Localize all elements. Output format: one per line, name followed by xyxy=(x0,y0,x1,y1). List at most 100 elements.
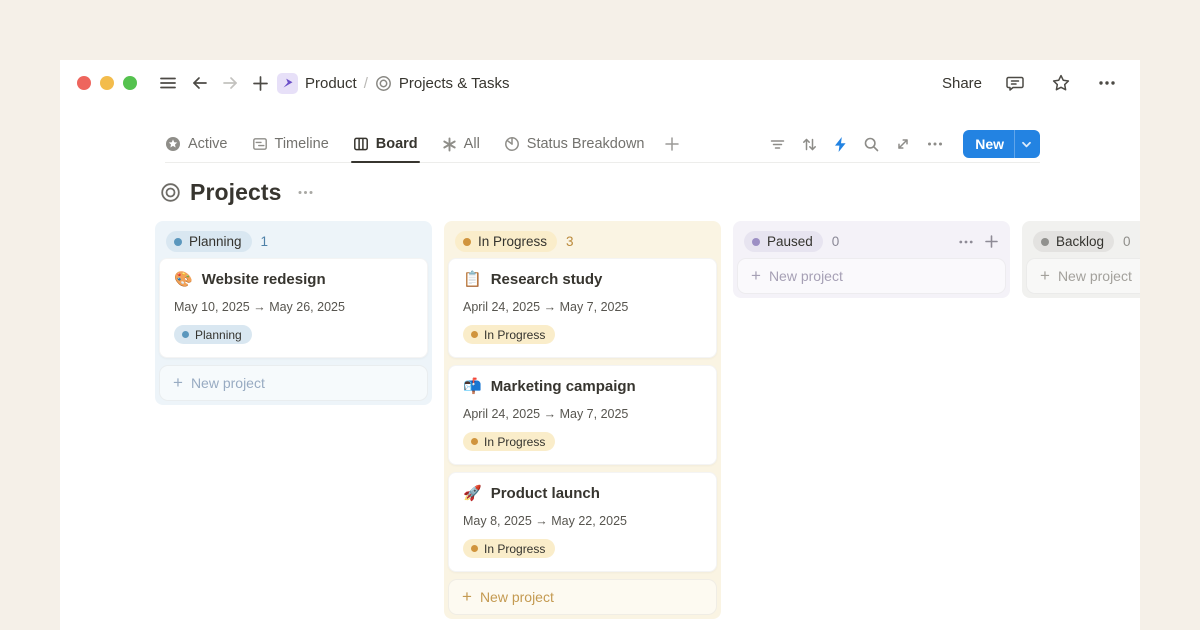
column-add-icon[interactable] xyxy=(984,234,999,249)
tab-board[interactable]: Board xyxy=(353,126,418,162)
view-more-icon[interactable] xyxy=(926,135,944,153)
search-icon[interactable] xyxy=(863,136,880,153)
card-title-row: 🚀 Product launch xyxy=(463,485,702,502)
column-count: 0 xyxy=(1123,234,1131,249)
status-dot xyxy=(752,238,760,246)
card-date-range: April 24, 2025 → May 7, 2025 xyxy=(463,300,702,314)
board-column-planning: Planning1🎨Website redesignMay 10, 2025 →… xyxy=(155,221,432,405)
star-circle-icon xyxy=(165,136,181,152)
breadcrumb-current[interactable]: Projects & Tasks xyxy=(399,75,510,92)
share-button[interactable]: Share xyxy=(942,75,982,92)
sort-icon[interactable] xyxy=(801,136,818,153)
card-title: Product launch xyxy=(491,485,600,502)
new-project-button[interactable]: + New project xyxy=(1026,258,1140,294)
tab-timeline[interactable]: Timeline xyxy=(252,126,329,162)
plus-icon: + xyxy=(1040,267,1050,284)
new-button-label[interactable]: New xyxy=(963,130,1014,158)
column-count: 1 xyxy=(261,234,269,249)
pie-icon xyxy=(504,136,520,152)
sidebar-menu-icon[interactable] xyxy=(155,70,181,96)
traffic-lights xyxy=(77,76,137,90)
marketing-campaign-emoji-icon: 📬 xyxy=(463,379,482,394)
status-pill[interactable]: Paused xyxy=(744,231,823,252)
board-column-in-progress: In Progress 3 📋Research study April 24, 202… xyxy=(444,221,721,619)
status-dot xyxy=(174,238,182,246)
tab-label: Board xyxy=(376,136,418,152)
automations-icon[interactable] xyxy=(833,136,848,153)
new-project-label: New project xyxy=(1058,268,1132,284)
card-title: Research study xyxy=(491,271,603,288)
comments-icon[interactable] xyxy=(1002,70,1028,96)
view-actions: New xyxy=(769,130,1040,158)
tab-label: Timeline xyxy=(275,136,329,152)
badge-label: In Progress xyxy=(484,435,545,449)
status-pill[interactable]: Backlog xyxy=(1033,231,1114,252)
expand-icon[interactable] xyxy=(895,136,911,152)
badge-label: In Progress xyxy=(484,542,545,556)
new-project-label: New project xyxy=(191,375,265,391)
filter-icon[interactable] xyxy=(769,136,786,153)
add-view-icon[interactable] xyxy=(664,136,680,152)
badge-dot xyxy=(182,331,189,338)
tab-all[interactable]: All xyxy=(442,126,480,162)
window-topbar: Product / Projects & Tasks Share xyxy=(60,60,1140,106)
status-label: Paused xyxy=(767,234,813,249)
project-card-product-launch[interactable]: 🚀Product launchMay 8, 2025 → May 22, 202… xyxy=(448,472,717,572)
project-card-marketing-campaign[interactable]: 📬Marketing campaignApril 24, 2025 → May … xyxy=(448,365,717,465)
column-header-actions xyxy=(958,234,999,250)
status-label: Backlog xyxy=(1056,234,1104,249)
card-date-range: April 24, 2025 → May 7, 2025 xyxy=(463,407,702,421)
favorite-star-icon[interactable] xyxy=(1048,70,1074,96)
column-header: Paused0 xyxy=(737,225,1006,258)
more-options-icon[interactable] xyxy=(1094,70,1120,96)
product-launch-emoji-icon: 🚀 xyxy=(463,486,482,501)
new-button[interactable]: New xyxy=(963,130,1040,158)
new-button-dropdown[interactable] xyxy=(1014,130,1040,158)
forward-icon[interactable] xyxy=(217,70,243,96)
app-window: Product / Projects & Tasks Share A xyxy=(60,60,1140,630)
new-project-button[interactable]: + New project xyxy=(737,258,1006,294)
new-page-icon[interactable] xyxy=(247,70,273,96)
status-label: Planning xyxy=(189,234,242,249)
column-more-icon[interactable] xyxy=(958,234,974,250)
new-project-button[interactable]: +New project xyxy=(159,365,428,401)
new-project-label: New project xyxy=(769,268,843,284)
column-header: In Progress 3 xyxy=(448,225,717,258)
card-title: Website redesign xyxy=(202,271,326,288)
tab-label: Active xyxy=(188,136,228,152)
view-bar: Active Timeline Board All Status Breakdown xyxy=(165,126,1040,163)
column-header: Backlog 0 xyxy=(1026,225,1140,258)
page-title: Projects xyxy=(190,179,282,206)
website-redesign-emoji-icon: 🎨 xyxy=(174,272,193,287)
card-title-row: 🎨 Website redesign xyxy=(174,271,413,288)
zoom-window-button[interactable] xyxy=(123,76,137,90)
projects-target-icon xyxy=(160,182,181,203)
breadcrumb-parent[interactable]: Product xyxy=(305,75,357,92)
project-card-website-redesign[interactable]: 🎨Website redesignMay 10, 2025 → May 26, … xyxy=(159,258,428,358)
status-pill[interactable]: Planning xyxy=(166,231,252,252)
projects-tasks-icon xyxy=(375,75,392,92)
badge-label: In Progress xyxy=(484,328,545,342)
tab-status-breakdown[interactable]: Status Breakdown xyxy=(504,126,645,162)
tab-active[interactable]: Active xyxy=(165,126,228,162)
badge-dot xyxy=(471,545,478,552)
status-pill[interactable]: In Progress xyxy=(455,231,557,252)
product-page-icon xyxy=(277,73,298,94)
card-status-badge: In Progress xyxy=(463,432,555,451)
status-label: In Progress xyxy=(478,234,547,249)
minimize-window-button[interactable] xyxy=(100,76,114,90)
new-project-label: New project xyxy=(480,589,554,605)
new-project-button[interactable]: +New project xyxy=(448,579,717,615)
page-background: Product / Projects & Tasks Share A xyxy=(0,0,1200,630)
title-more-icon[interactable] xyxy=(297,184,314,201)
column-count: 3 xyxy=(566,234,574,249)
badge-dot xyxy=(471,331,478,338)
plus-icon: + xyxy=(751,267,761,284)
project-card-research-study[interactable]: 📋Research study April 24, 2025 → May 7, 2… xyxy=(448,258,717,358)
badge-dot xyxy=(471,438,478,445)
back-icon[interactable] xyxy=(187,70,213,96)
card-title-row: 📋Research study xyxy=(463,271,702,288)
close-window-button[interactable] xyxy=(77,76,91,90)
topbar-actions: Share xyxy=(942,70,1120,96)
tab-label: Status Breakdown xyxy=(527,136,645,152)
